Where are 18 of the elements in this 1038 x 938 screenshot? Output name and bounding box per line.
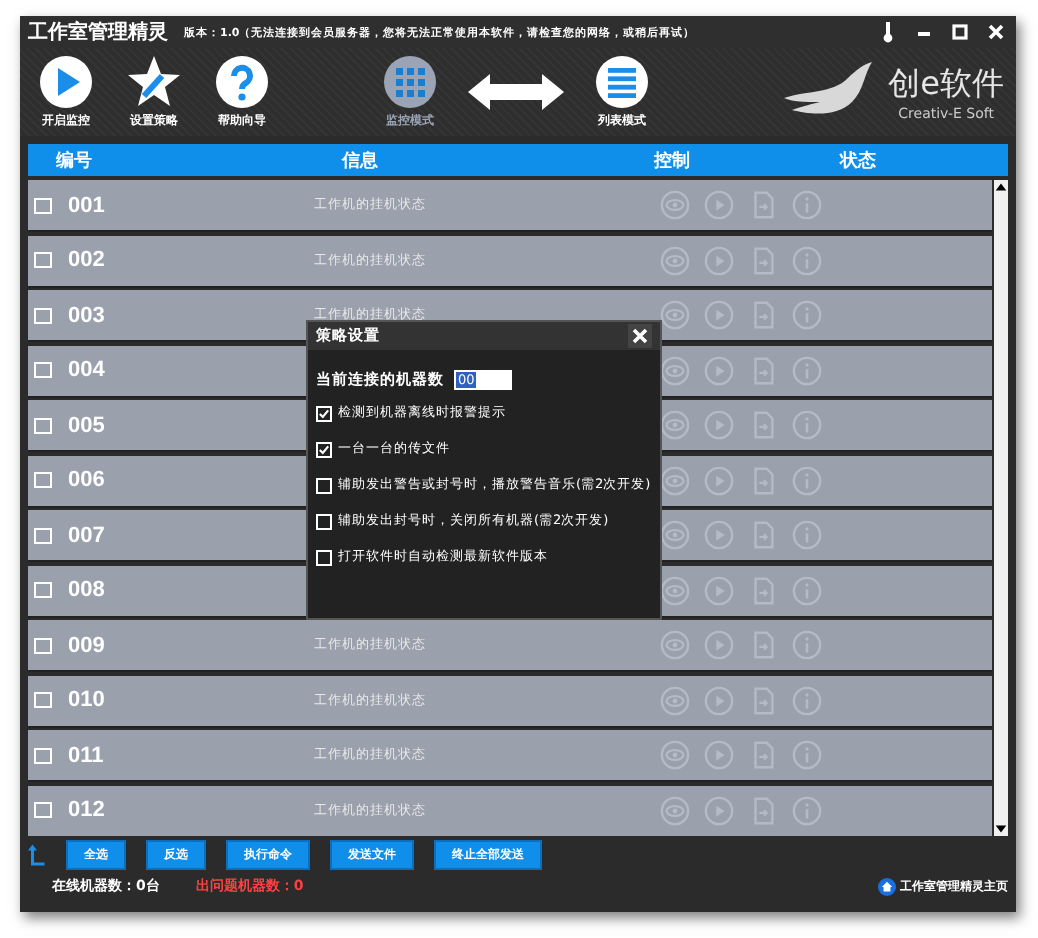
machine-id: 008 (68, 578, 107, 602)
machine-id: 002 (68, 248, 107, 272)
machine-id: 003 (68, 303, 107, 327)
machine-id: 001 (68, 193, 107, 217)
machine-id: 006 (68, 468, 107, 492)
column-header: 状态 (840, 148, 876, 173)
machine-id: 011 (68, 743, 106, 767)
column-header: 信息 (342, 149, 378, 173)
machine-id: 007 (68, 523, 107, 547)
column-header: 编号 (56, 148, 92, 173)
logo-name: 创e软件 (888, 63, 1004, 105)
machine-id: 009 (68, 633, 107, 657)
machine-id: 012 (68, 798, 107, 822)
machine-id: 010 (68, 688, 107, 712)
column-header: 控制 (654, 149, 690, 173)
window-title: 工作室管理精灵 (28, 18, 168, 46)
machine-id: 005 (68, 413, 107, 437)
machine-id: 004 (68, 358, 107, 382)
